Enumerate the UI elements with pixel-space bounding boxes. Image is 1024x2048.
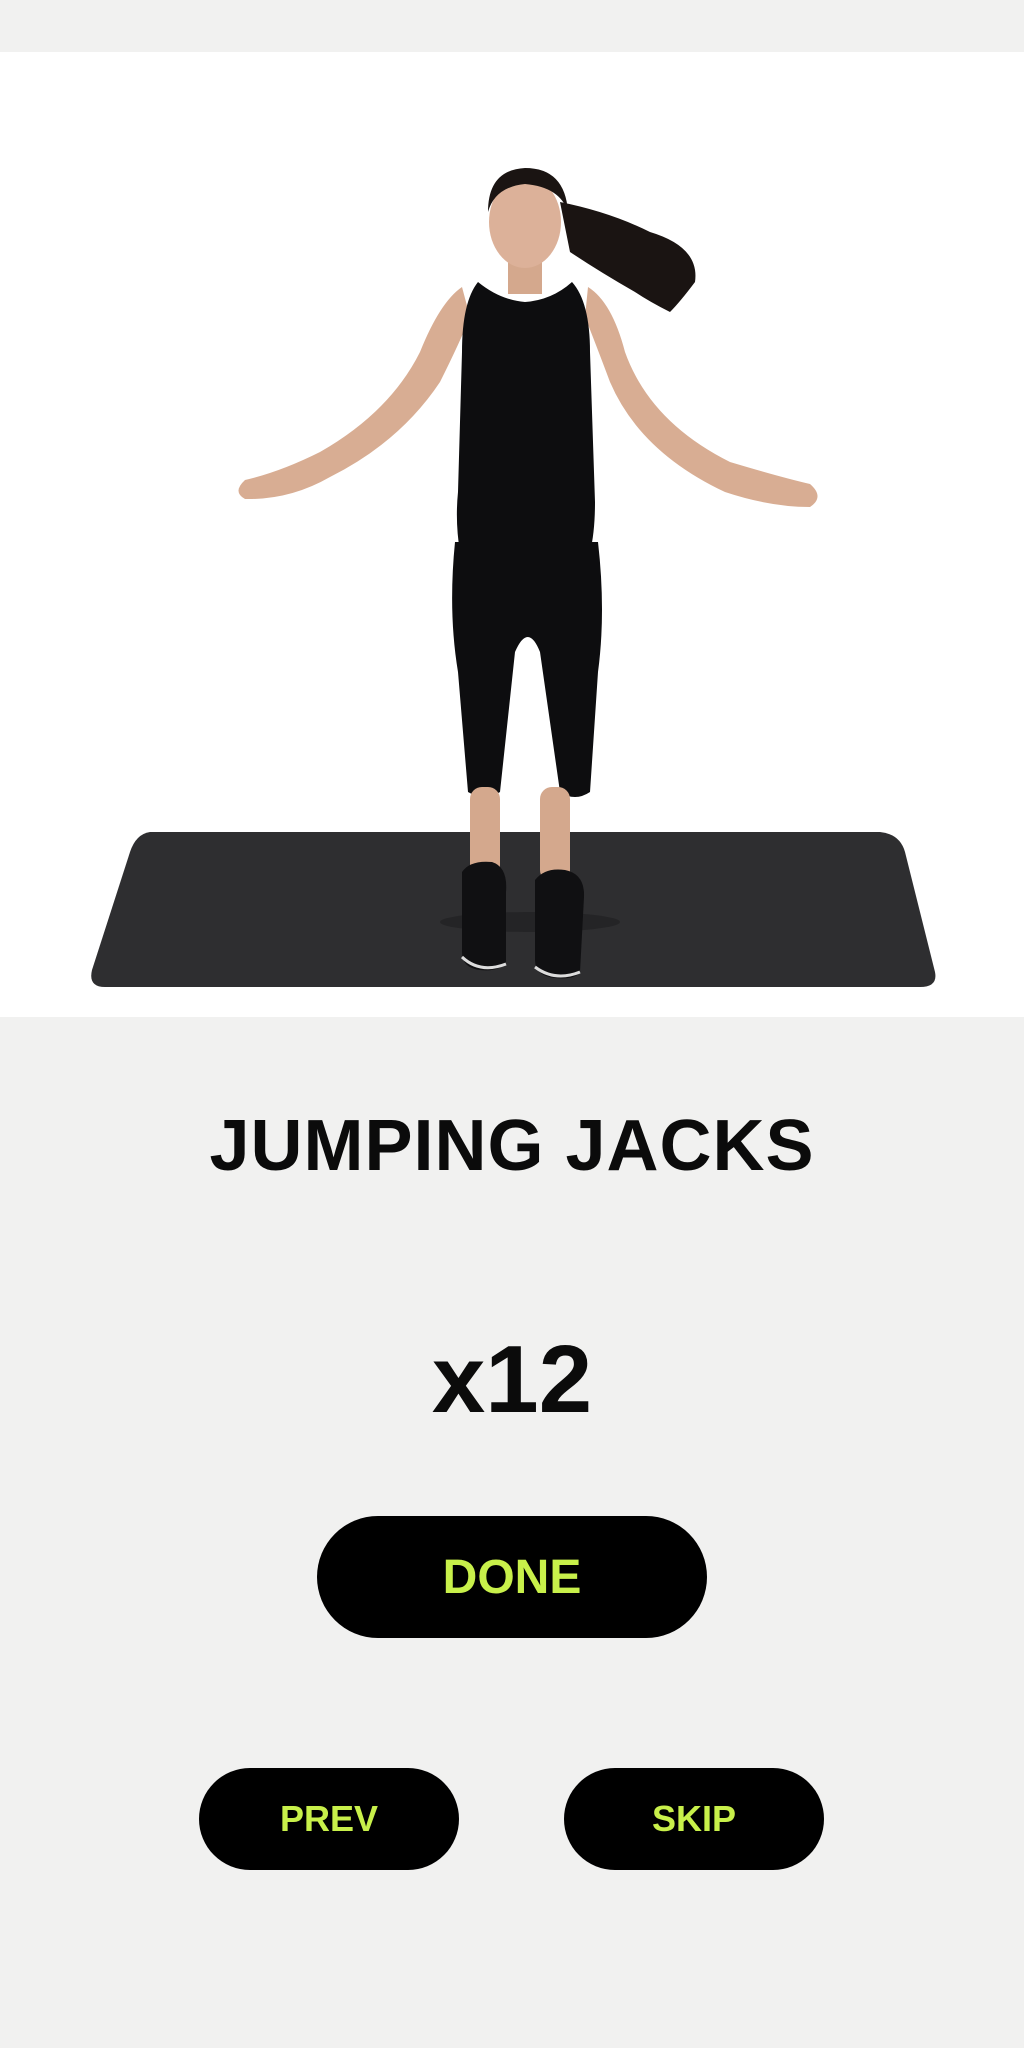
done-button[interactable]: DONE [317, 1516, 707, 1638]
exercise-title: JUMPING JACKS [209, 1106, 815, 1186]
exercise-demo-image [0, 52, 1024, 1017]
exercise-illustration [0, 52, 1024, 1017]
status-bar [0, 0, 1024, 52]
rep-count: x12 [431, 1326, 593, 1433]
tank-top [456, 282, 595, 552]
exercise-screen: JUMPING JACKS x12 DONE PREV SKIP [0, 0, 1024, 2048]
yoga-mat [91, 832, 936, 987]
prev-button[interactable]: PREV [199, 1768, 459, 1870]
skip-button[interactable]: SKIP [564, 1768, 824, 1870]
